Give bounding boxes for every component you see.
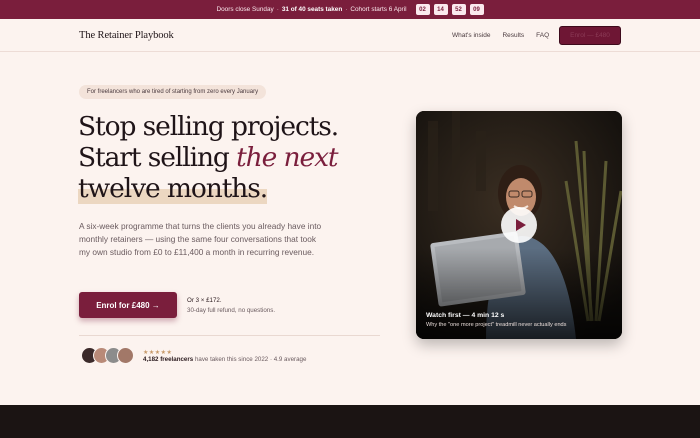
avatar-stack: [81, 347, 134, 364]
hero-headline: Stop selling projects. Start selling the…: [78, 111, 339, 204]
nav-enrol-price: £480: [595, 32, 610, 39]
top-nav: The Retainer Playbook What's inside Resu…: [0, 19, 700, 52]
nav-enrol-button[interactable]: Enrol — £480: [559, 26, 621, 45]
announcement-bar: Doors close Sunday · 31 of 40 seats take…: [0, 0, 700, 19]
countdown-timer: 02 14 52 09: [415, 4, 484, 15]
rating-stars-icon: ★★★★★: [143, 350, 173, 356]
nav-link-whats-inside[interactable]: What's inside: [452, 32, 490, 39]
headline-emphasis: the next: [236, 142, 338, 173]
nav-enrol-label: Enrol —: [570, 32, 594, 39]
video-title: Watch first — 4 min 12 s: [426, 312, 505, 319]
nav-link-results[interactable]: Results: [502, 32, 524, 39]
seats-taken-text: 31 of 40 seats taken: [281, 6, 343, 13]
video-subtitle: Why the "one more project" treadmill nev…: [426, 322, 567, 328]
pricing-note: Or 3 × £172. 30-day full refund, no ques…: [187, 296, 275, 316]
audience-pill: For freelancers who are tired of startin…: [79, 85, 267, 99]
doors-close-text: Doors close Sunday: [216, 6, 274, 13]
headline-highlight: twelve months.: [78, 173, 268, 204]
countdown-days: 02: [415, 4, 430, 15]
nav-link-faq[interactable]: FAQ: [536, 32, 549, 39]
hero-lead: A six-week programme that turns the clie…: [79, 221, 322, 257]
site-logo[interactable]: The Retainer Playbook: [79, 30, 174, 41]
headline-line-2-start: Start selling: [78, 142, 237, 173]
installments-text: Or 3 × £172.: [187, 297, 222, 304]
play-icon: [515, 219, 526, 231]
avatar: [117, 347, 134, 364]
play-button[interactable]: [501, 207, 537, 243]
enrol-button[interactable]: Enrol for £480 →: [79, 292, 177, 318]
social-proof: 4,182 freelancers have taken this since …: [143, 356, 306, 363]
countdown-seconds: 09: [469, 4, 484, 15]
proof-detail: have taken this since 2022 · 4.9 average: [193, 356, 307, 363]
headline-line-1: Stop selling projects.: [78, 111, 339, 142]
cohort-start-text: Cohort starts 6 April: [350, 6, 407, 13]
refund-text: 30-day full refund, no questions.: [187, 307, 276, 314]
proof-count: 4,182 freelancers: [143, 356, 194, 363]
nav-links: What's inside Results FAQ: [452, 32, 549, 39]
headline-line-2: Start selling the next: [78, 142, 339, 173]
next-section-band: [0, 405, 700, 438]
countdown-minutes: 52: [451, 4, 466, 15]
headline-line-3: twelve months.: [78, 173, 338, 204]
countdown-hours: 14: [433, 4, 448, 15]
divider: [79, 335, 380, 336]
